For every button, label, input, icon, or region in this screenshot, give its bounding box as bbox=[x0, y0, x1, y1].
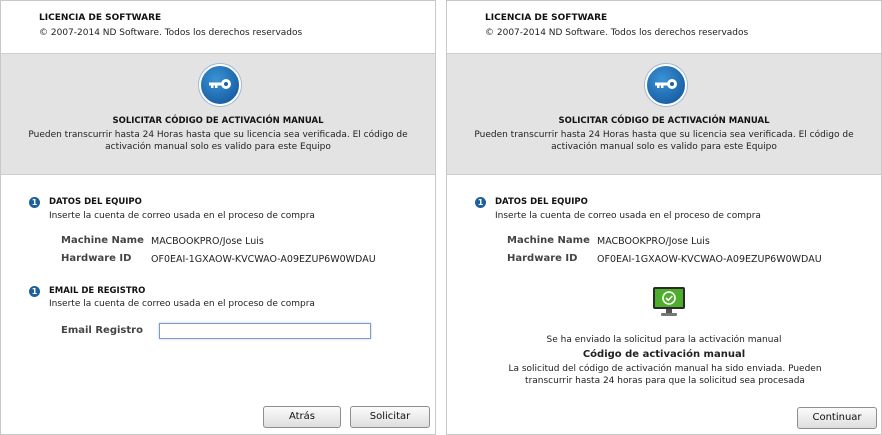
activation-band: SOLICITAR CÓDIGO DE ACTIVACIÓN MANUAL Pu… bbox=[447, 53, 881, 175]
email-label: Email Registro bbox=[61, 325, 143, 336]
activation-band: SOLICITAR CÓDIGO DE ACTIVACIÓN MANUAL Pu… bbox=[1, 53, 435, 175]
info-icon: 1 bbox=[29, 197, 40, 208]
device-section-title: DATOS DEL EQUIPO bbox=[495, 197, 588, 207]
info-icon: 1 bbox=[475, 197, 486, 208]
email-section-title: EMAIL DE REGISTRO bbox=[49, 286, 146, 296]
band-text: Pueden transcurrir hasta 24 Horas hasta … bbox=[474, 130, 854, 152]
email-input[interactable] bbox=[159, 323, 371, 339]
license-title: LICENCIA DE SOFTWARE bbox=[39, 13, 162, 23]
license-title: LICENCIA DE SOFTWARE bbox=[485, 13, 608, 23]
key-icon bbox=[645, 64, 687, 106]
machine-name-value: MACBOOKPRO/Jose Luis bbox=[597, 236, 710, 247]
hardware-id-value: OF0EAI-1GXAOW-KVCWAO-A09EZUP6W0WDAU bbox=[597, 254, 822, 265]
hardware-id-label: Hardware ID bbox=[61, 253, 132, 264]
device-section-desc: Inserte la cuenta de correo usada en el … bbox=[49, 211, 315, 221]
email-section-desc: Inserte la cuenta de correo usada en el … bbox=[49, 299, 315, 309]
confirmation-panel: LICENCIA DE SOFTWARE © 2007-2014 ND Soft… bbox=[446, 0, 882, 435]
copyright-text: © 2007-2014 ND Software. Todos los derec… bbox=[485, 28, 749, 38]
machine-name-label: Machine Name bbox=[507, 235, 590, 246]
band-title: SOLICITAR CÓDIGO DE ACTIVACIÓN MANUAL bbox=[558, 116, 770, 126]
machine-name-label: Machine Name bbox=[61, 235, 144, 246]
license-header: LICENCIA DE SOFTWARE © 2007-2014 ND Soft… bbox=[447, 1, 881, 53]
device-section-title: DATOS DEL EQUIPO bbox=[49, 197, 142, 207]
copyright-text: © 2007-2014 ND Software. Todos los derec… bbox=[39, 28, 303, 38]
result-desc: La solicitud del código de activación ma… bbox=[508, 364, 822, 386]
back-button[interactable]: Atrás bbox=[263, 406, 341, 428]
continue-button[interactable]: Continuar bbox=[797, 407, 877, 429]
request-sent-text: Se ha enviado la solicitud para la activ… bbox=[546, 335, 782, 345]
machine-name-value: MACBOOKPRO/Jose Luis bbox=[151, 236, 264, 247]
request-panel: LICENCIA DE SOFTWARE © 2007-2014 ND Soft… bbox=[0, 0, 436, 435]
hardware-id-label: Hardware ID bbox=[507, 253, 578, 264]
monitor-check-icon bbox=[653, 287, 685, 316]
request-button[interactable]: Solicitar bbox=[350, 406, 430, 428]
info-icon: 1 bbox=[29, 286, 40, 297]
result-title: Código de activación manual bbox=[582, 349, 746, 360]
band-text: Pueden transcurrir hasta 24 Horas hasta … bbox=[28, 130, 408, 152]
device-section-desc: Inserte la cuenta de correo usada en el … bbox=[495, 211, 761, 221]
hardware-id-value: OF0EAI-1GXAOW-KVCWAO-A09EZUP6W0WDAU bbox=[151, 254, 376, 265]
license-header: LICENCIA DE SOFTWARE © 2007-2014 ND Soft… bbox=[1, 1, 435, 53]
key-icon bbox=[199, 64, 241, 106]
band-title: SOLICITAR CÓDIGO DE ACTIVACIÓN MANUAL bbox=[112, 116, 324, 126]
